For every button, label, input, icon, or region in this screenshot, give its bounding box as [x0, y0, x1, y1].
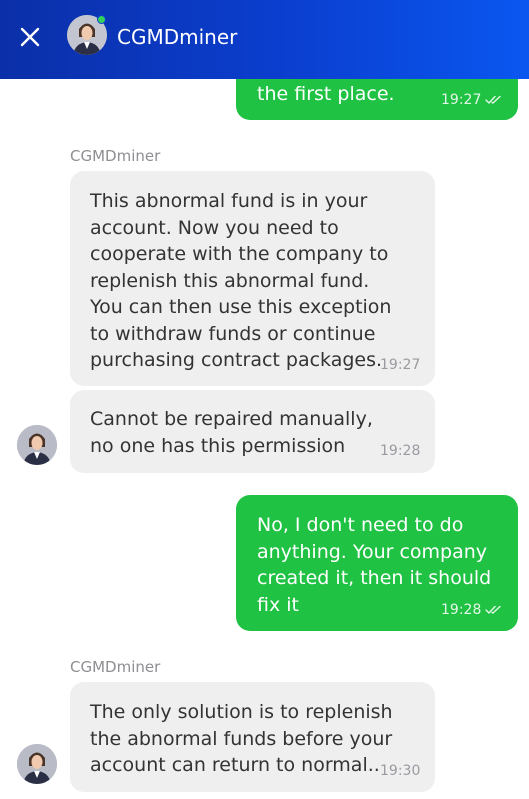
avatar[interactable] — [17, 744, 57, 784]
message-text: The only solution is to replenish the ab… — [90, 701, 393, 776]
outgoing-message: No, I don't need to do anything. Your co… — [236, 495, 518, 631]
message-time: 19:27 — [380, 357, 421, 373]
double-check-icon — [485, 605, 502, 614]
close-icon — [20, 27, 40, 47]
avatar[interactable] — [17, 425, 57, 465]
message-time: 19:28 — [380, 443, 421, 459]
message-text: This abnormal fund is in your account. N… — [90, 190, 392, 371]
message-time: 19:27 — [441, 92, 502, 108]
double-check-icon — [485, 95, 502, 104]
contact-name[interactable]: CGMDminer — [117, 24, 237, 50]
message-text: Cannot be repaired manually, no one has … — [90, 408, 373, 457]
message-text: the first place. — [257, 83, 395, 105]
person-avatar-icon — [17, 744, 57, 784]
message-time: 19:30 — [380, 763, 421, 779]
person-avatar-icon — [17, 425, 57, 465]
online-status-indicator — [97, 15, 106, 24]
incoming-message: The only solution is to replenish the ab… — [70, 682, 435, 792]
sender-name: CGMDminer — [70, 658, 161, 676]
message-time: 19:28 — [441, 602, 502, 618]
chat-header: CGMDminer — [0, 0, 529, 79]
incoming-message: Cannot be repaired manually, no one has … — [70, 390, 435, 473]
incoming-message: This abnormal fund is in your account. N… — [70, 171, 435, 386]
close-button[interactable] — [18, 25, 42, 49]
sender-name: CGMDminer — [70, 147, 161, 165]
